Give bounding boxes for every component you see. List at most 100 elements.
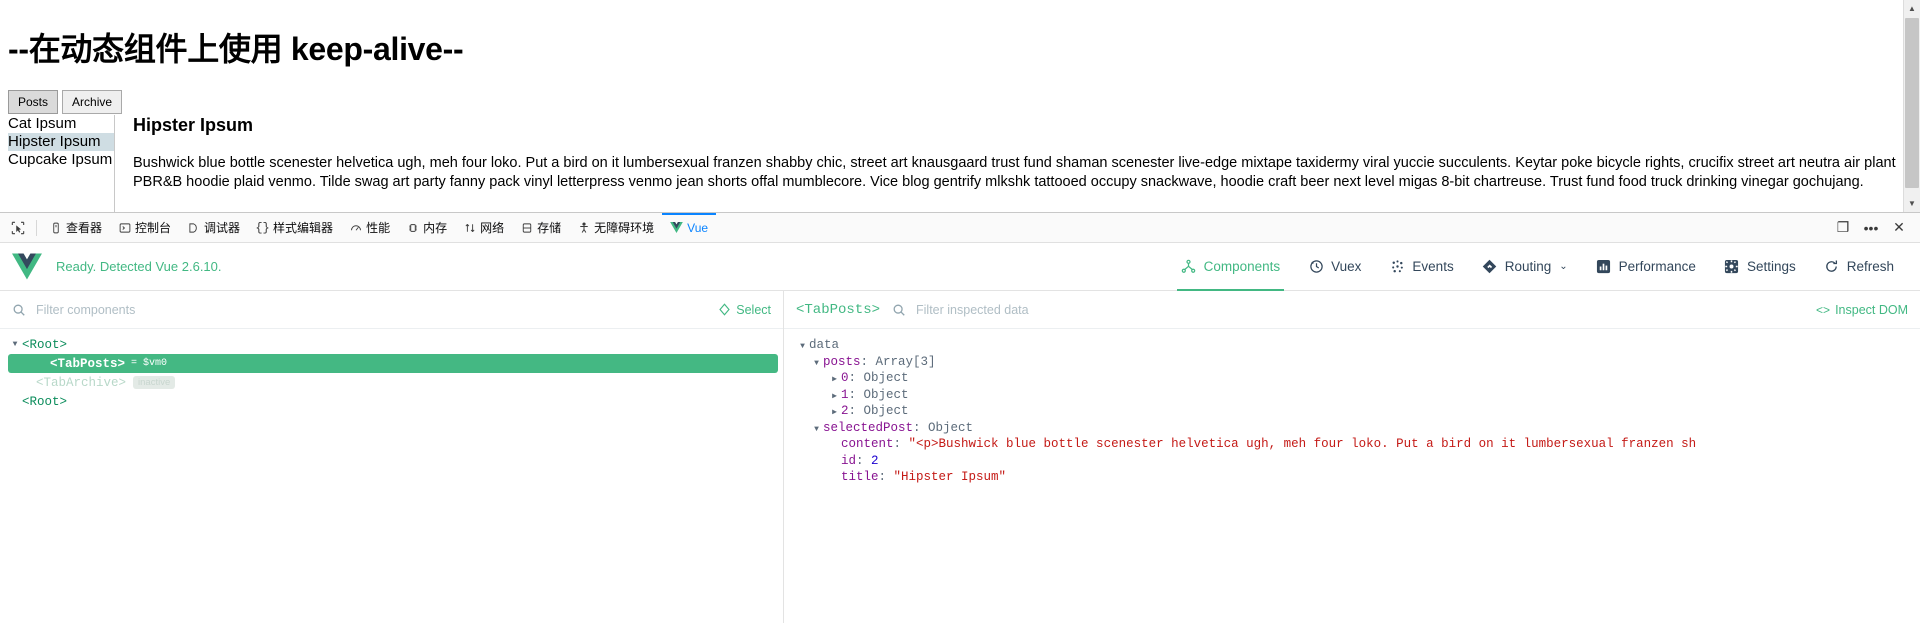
inspector-value: "<p>Bushwick blue bottle scenester helve… — [908, 437, 1697, 451]
vue-nav-label: Settings — [1746, 259, 1796, 274]
scroll-down-arrow-icon[interactable]: ▼ — [1904, 195, 1920, 212]
inspector-key: 1 — [841, 387, 849, 402]
vm-reference-tag: = $vm0 — [131, 358, 168, 369]
inspector-row[interactable]: content: "<p>Bushwick blue bottle scenes… — [784, 436, 1920, 453]
inspector-value: Array[3] — [875, 354, 936, 369]
component-tree-row[interactable]: <Root> — [0, 392, 783, 411]
content-wrapper: Cat Ipsum Hipster Ipsum Cupcake Ipsum Hips… — [8, 115, 1920, 212]
component-tree-row[interactable]: ▼ <Root> — [0, 335, 783, 354]
post-list-item[interactable]: Cupcake Ipsum — [8, 151, 114, 169]
component-tree-pane: Select ▼<Root><TabPosts>= $vm0<TabArchiv… — [0, 291, 784, 623]
vue-nav-events[interactable]: Events — [1377, 243, 1465, 291]
component-tree[interactable]: ▼ <Root> <TabPosts> = $vm0 <TabArchive> inact… — [0, 329, 783, 623]
filter-inspected-data-input[interactable] — [914, 301, 1809, 318]
search-icon — [13, 304, 25, 316]
filter-components-input[interactable] — [34, 301, 711, 318]
devtools-tab-memory[interactable]: 内存 — [398, 213, 455, 242]
inspector-row[interactable]: ▼ selectedPost: Object — [784, 420, 1920, 437]
post-list-item[interactable]: Cat Ipsum — [8, 115, 114, 133]
devtools-tab-accessibility[interactable]: 无障碍环境 — [569, 213, 662, 242]
routing-icon — [1482, 259, 1498, 275]
page-scrollbar[interactable]: ▲ ▼ — [1903, 0, 1920, 212]
vue-nav-vuex[interactable]: Vuex — [1296, 243, 1373, 291]
scroll-up-arrow-icon[interactable]: ▲ — [1904, 0, 1920, 17]
inspector-row[interactable]: ▼ data — [784, 337, 1920, 354]
page-tab-archive[interactable]: Archive — [62, 90, 123, 114]
component-name: <Root> — [22, 337, 68, 352]
close-devtools-icon[interactable]: ✕ — [1886, 216, 1912, 240]
data-inspector[interactable]: ▼ data ▼ posts: Array[3] ▶ 0: Object ▶ 1: Objec… — [784, 329, 1920, 623]
vue-nav-label: Routing — [1504, 259, 1552, 274]
post-body: Hipster Ipsum Bushwick blue bottle scene… — [114, 115, 1920, 212]
devtools-tab-label: 存储 — [537, 221, 562, 235]
performance-icon — [349, 221, 362, 234]
post-list: Cat Ipsum Hipster Ipsum Cupcake Ipsum — [8, 115, 114, 212]
vue-nav-label: Performance — [1618, 259, 1696, 274]
component-name: <Root> — [22, 394, 68, 409]
vue-nav-performance[interactable]: Performance — [1584, 243, 1708, 291]
inspect-dom-button[interactable]: <> Inspect DOM — [1816, 303, 1908, 317]
vue-nav-routing[interactable]: Routing ⌄ — [1470, 243, 1580, 291]
inspector-key: selectedPost — [823, 420, 914, 435]
inspected-data-pane: <TabPosts> <> Inspect DOM ▼data▼posts: A… — [784, 291, 1920, 623]
page-title: --在动态组件上使用 keep-alive-- — [8, 31, 464, 67]
inspector-toggle-icon[interactable]: ▶ — [828, 372, 841, 389]
inspector-key: posts — [823, 354, 861, 369]
devtools-tab-style-editor[interactable]: {} 样式编辑器 — [248, 213, 341, 242]
devtools-tab-inspector[interactable]: 查看器 — [41, 213, 110, 242]
debugger-icon — [187, 221, 200, 234]
scrollbar-thumb[interactable] — [1905, 18, 1919, 188]
responsive-design-mode-icon[interactable]: ❐ — [1830, 216, 1856, 240]
devtools-tab-debugger[interactable]: 调试器 — [179, 213, 248, 242]
inspector-row[interactable]: ▶ 0: Object — [784, 370, 1920, 387]
vue-nav-components[interactable]: Components — [1169, 243, 1293, 291]
inspector-key-separator: : — [848, 371, 864, 385]
devtools-tab-label: 查看器 — [66, 221, 103, 235]
element-picker-icon[interactable] — [4, 216, 32, 240]
inspector-value: Object — [863, 371, 909, 385]
devtools-tab-storage[interactable]: 存储 — [512, 213, 569, 242]
devtools-tab-label: 样式编辑器 — [273, 221, 334, 235]
inspect-dom-label: Inspect DOM — [1835, 302, 1908, 317]
select-component-button[interactable]: Select — [718, 303, 771, 317]
vue-nav-label: Events — [1412, 259, 1454, 274]
inspector-toggle-icon[interactable]: ▼ — [810, 422, 823, 439]
tree-row-inner: ▼ <Root> — [8, 338, 67, 352]
inspector-key-separator: : — [860, 354, 876, 369]
vue-nav-settings[interactable]: Settings — [1712, 243, 1808, 291]
vue-nav-refresh[interactable]: Refresh — [1812, 243, 1906, 291]
rendered-web-page: --在动态组件上使用 keep-alive-- Posts Archive Cat… — [0, 0, 1920, 212]
inspector-toggle-icon[interactable]: ▶ — [828, 389, 841, 406]
inspector-row[interactable]: ▶ 2: Object — [784, 403, 1920, 420]
inspector-toggle-icon[interactable]: ▼ — [810, 356, 823, 373]
chevron-down-icon[interactable]: ⌄ — [1559, 261, 1567, 272]
page-tab-posts[interactable]: Posts — [8, 90, 59, 114]
devtools-tab-vue-logo[interactable]: Vue — [662, 213, 716, 242]
devtools-panes: Select ▼<Root><TabPosts>= $vm0<TabArchiv… — [0, 291, 1920, 623]
devtools-tab-network[interactable]: 网络 — [455, 213, 512, 242]
inspector-row[interactable]: title: "Hipster Ipsum" — [784, 469, 1920, 486]
inspector-key-separator: : — [856, 453, 872, 468]
accessibility-icon — [577, 221, 590, 234]
post-heading: Hipster Ipsum — [133, 115, 254, 135]
tree-row-inner: <TabPosts> = $vm0 — [8, 357, 167, 371]
devtools-tab-performance[interactable]: 性能 — [341, 213, 398, 242]
devtools-tab-console[interactable]: 控制台 — [110, 213, 179, 242]
refresh-icon — [1824, 259, 1840, 275]
search-icon — [893, 304, 905, 316]
tree-expand-arrow-icon[interactable]: ▼ — [8, 340, 22, 349]
post-list-item[interactable]: Hipster Ipsum — [8, 133, 114, 151]
tree-row-inner: <TabArchive> inactive — [8, 375, 176, 390]
network-icon — [463, 221, 476, 234]
inactive-badge: inactive — [133, 376, 176, 389]
component-tree-row[interactable]: <TabPosts> = $vm0 — [8, 354, 778, 373]
inspector-row[interactable]: ▼ posts: Array[3] — [784, 354, 1920, 371]
inspector-row[interactable]: ▶ 1: Object — [784, 387, 1920, 404]
component-name: <TabArchive> — [36, 375, 127, 390]
inspector-row[interactable]: id: 2 — [784, 453, 1920, 470]
devtools-tab-label: 内存 — [423, 221, 448, 235]
component-tree-row[interactable]: <TabArchive> inactive — [0, 373, 783, 392]
more-options-icon[interactable]: ••• — [1858, 216, 1884, 240]
vue-nav-label: Vuex — [1331, 259, 1362, 274]
inspector-toggle-icon[interactable]: ▼ — [796, 339, 809, 356]
